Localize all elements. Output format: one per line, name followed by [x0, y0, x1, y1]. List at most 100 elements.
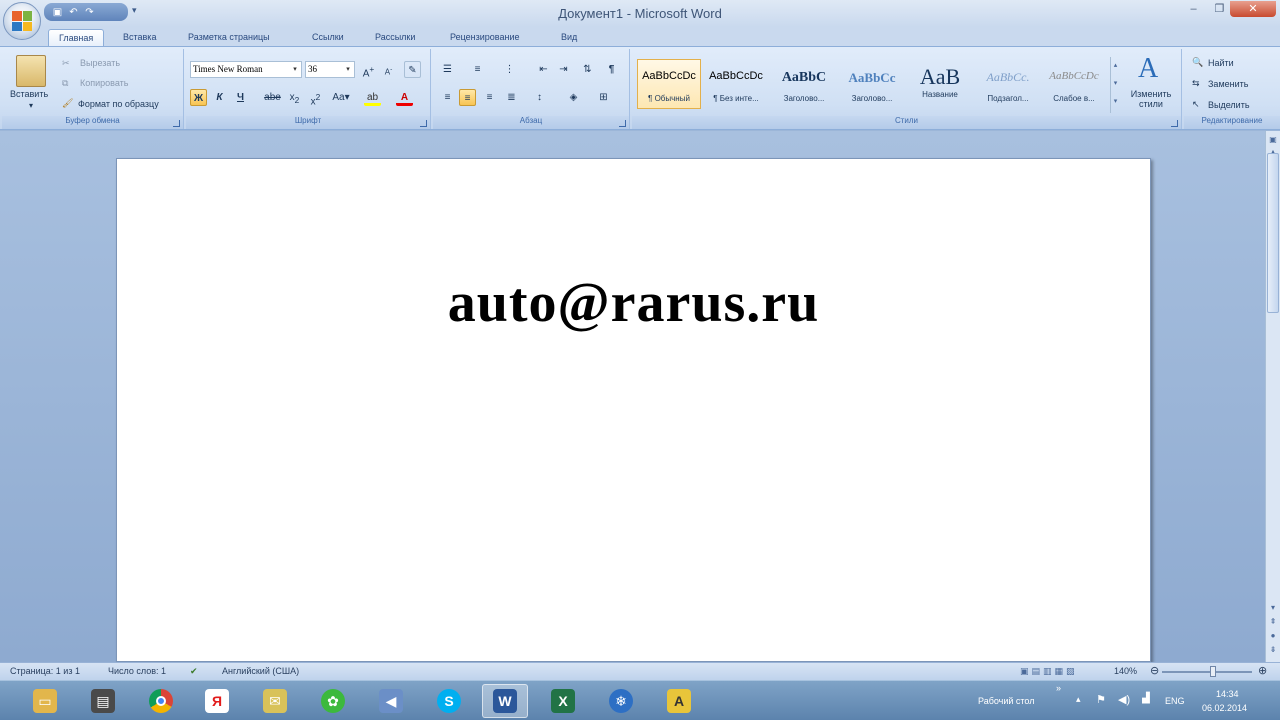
customize-qat-button[interactable]: ▾	[132, 5, 137, 16]
style-no-spacing[interactable]: AaBbCcDc ¶ Без инте...	[704, 59, 768, 109]
ruler-toggle-icon[interactable]: ▣	[1266, 133, 1280, 147]
clipboard-dialog-launcher[interactable]	[173, 120, 180, 127]
font-family-select[interactable]: Times New Roman ▾	[190, 61, 302, 78]
align-center-icon[interactable]: ≡	[459, 89, 476, 106]
multilevel-list-icon[interactable]: ⋮	[501, 61, 518, 78]
tab-mailings[interactable]: Рассылки	[365, 29, 425, 45]
taskbar-app-11[interactable]: A	[656, 684, 702, 718]
taskbar-icq[interactable]: ✿	[310, 684, 356, 718]
tab-references[interactable]: Ссылки	[302, 29, 354, 45]
volume-icon[interactable]: ◀)	[1118, 693, 1130, 706]
line-spacing-icon[interactable]: ↕	[531, 89, 548, 106]
increase-indent-icon[interactable]: ⇥	[555, 61, 572, 78]
change-case-icon[interactable]: Aa▾	[330, 89, 352, 106]
cut-button[interactable]: Вырезать	[80, 58, 120, 68]
copy-button[interactable]: Копировать	[80, 78, 128, 88]
tab-insert[interactable]: Вставка	[113, 29, 166, 45]
taskbar-yandex[interactable]: Я	[194, 684, 240, 718]
select-button[interactable]: Выделить	[1208, 100, 1250, 110]
scrollbar-thumb[interactable]	[1267, 153, 1279, 313]
prev-page-icon[interactable]: ⇞	[1266, 615, 1280, 629]
subscript-icon[interactable]: x2	[286, 89, 303, 106]
shading-icon[interactable]: ◈	[565, 89, 582, 106]
taskbar-excel[interactable]: X	[540, 684, 586, 718]
zoom-slider[interactable]	[1162, 671, 1252, 673]
sort-icon[interactable]: ⇅	[579, 61, 596, 78]
network-icon[interactable]: ▟	[1142, 693, 1150, 704]
align-right-icon[interactable]: ≡	[481, 89, 498, 106]
numbering-icon[interactable]: ≡	[469, 61, 486, 78]
desktop-toolbar[interactable]: Рабочий стол	[978, 696, 1035, 706]
undo-icon[interactable]: ↶	[68, 7, 79, 18]
shrink-font-icon[interactable]: A-	[380, 61, 397, 78]
style-heading-2[interactable]: AaBbCc Заголово...	[840, 59, 904, 109]
font-size-select[interactable]: 36 ▾	[305, 61, 355, 78]
maximize-button[interactable]: ❐	[1206, 1, 1233, 17]
document-page[interactable]: auto@rarus.ru	[116, 158, 1151, 662]
word-count[interactable]: Число слов: 1	[108, 666, 166, 676]
zoom-level[interactable]: 140%	[1114, 666, 1137, 676]
language-indicator[interactable]: ENG	[1165, 696, 1185, 706]
scroll-down-icon[interactable]: ▾	[1266, 601, 1280, 615]
clear-formatting-icon[interactable]: ✎	[404, 61, 421, 78]
page-count[interactable]: Страница: 1 из 1	[10, 666, 80, 676]
view-buttons[interactable]: ▣▤▥▦▧	[1020, 666, 1078, 677]
font-color-icon[interactable]: A	[396, 89, 413, 106]
bold-icon[interactable]: Ж	[190, 89, 207, 106]
style-heading-1[interactable]: AaBbC Заголово...	[772, 59, 836, 109]
taskbar-explorer[interactable]: ▭	[22, 684, 68, 718]
superscript-icon[interactable]: x2	[307, 89, 324, 107]
bullets-icon[interactable]: ☰	[439, 61, 456, 78]
italic-icon[interactable]: К	[211, 89, 228, 106]
styles-scroll[interactable]: ▴ ▾ ▾	[1110, 57, 1120, 113]
taskbar-app-4[interactable]: ✉	[252, 684, 298, 718]
proofing-icon[interactable]: ✔	[190, 666, 198, 677]
tab-view[interactable]: Вид	[551, 29, 587, 45]
zoom-out-icon[interactable]: ⊖	[1150, 664, 1159, 677]
format-painter-button[interactable]: Формат по образцу	[78, 99, 159, 109]
replace-button[interactable]: Заменить	[1208, 79, 1248, 89]
change-styles-button[interactable]: Изменить стили	[1126, 89, 1176, 109]
zoom-in-icon[interactable]: ⊕	[1258, 664, 1267, 677]
browse-object-icon[interactable]: ●	[1266, 629, 1280, 643]
minimize-button[interactable]: –	[1180, 1, 1207, 17]
underline-icon[interactable]: Ч	[232, 89, 249, 106]
paragraph-dialog-launcher[interactable]	[619, 120, 626, 127]
save-icon[interactable]: ▣	[52, 7, 63, 18]
taskbar-audio[interactable]: ◀	[368, 684, 414, 718]
styles-dialog-launcher[interactable]	[1171, 120, 1178, 127]
language[interactable]: Английский (США)	[222, 666, 299, 676]
redo-icon[interactable]: ↷	[84, 7, 95, 18]
taskbar-app-10[interactable]: ❄	[598, 684, 644, 718]
paste-icon[interactable]	[16, 55, 46, 87]
close-button[interactable]: ✕	[1230, 1, 1276, 17]
taskbar-skype[interactable]: S	[426, 684, 472, 718]
grow-font-icon[interactable]: A+	[360, 61, 377, 79]
clock-time[interactable]: 14:34	[1216, 689, 1239, 699]
tab-review[interactable]: Рецензирование	[440, 29, 530, 45]
borders-icon[interactable]: ⊞	[595, 89, 612, 106]
strikethrough-icon[interactable]: abe	[264, 89, 281, 106]
clock-date[interactable]: 06.02.2014	[1202, 703, 1247, 713]
style-normal[interactable]: AaBbCcDc ¶ Обычный	[637, 59, 701, 109]
zoom-slider-handle[interactable]	[1210, 666, 1216, 677]
show-marks-icon[interactable]: ¶	[603, 61, 620, 78]
align-left-icon[interactable]: ≡	[439, 89, 456, 106]
style-subtle-emphasis[interactable]: AaBbCcDc Слабое в...	[1042, 59, 1106, 109]
tab-page-layout[interactable]: Разметка страницы	[178, 29, 280, 45]
tray-expand-icon[interactable]: ▴	[1076, 694, 1081, 705]
style-subtitle[interactable]: AaBbCc. Подзагол...	[976, 59, 1040, 109]
decrease-indent-icon[interactable]: ⇤	[535, 61, 552, 78]
vertical-scrollbar[interactable]: ▣ ▴ ▾ ⇞ ● ⇟	[1265, 131, 1280, 662]
document-text[interactable]: auto@rarus.ru	[117, 271, 1150, 335]
toolbar-expand-icon[interactable]: »	[1056, 683, 1061, 693]
next-page-icon[interactable]: ⇟	[1266, 643, 1280, 657]
taskbar-word[interactable]: W	[482, 684, 528, 718]
highlight-icon[interactable]: ab	[364, 89, 381, 106]
flag-icon[interactable]: ⚑	[1096, 693, 1106, 706]
taskbar-chrome[interactable]	[138, 684, 184, 718]
office-button[interactable]	[3, 2, 41, 40]
paste-button[interactable]: Вставить	[10, 89, 48, 99]
taskbar-computer[interactable]: ▤	[80, 684, 126, 718]
font-dialog-launcher[interactable]	[420, 120, 427, 127]
